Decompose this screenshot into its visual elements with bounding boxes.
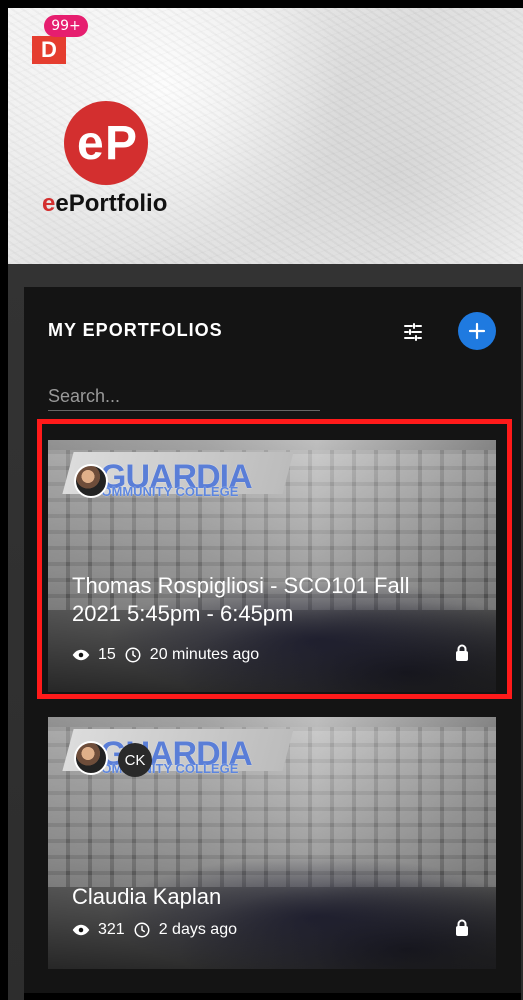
card-meta: 15 20 minutes ago: [72, 646, 259, 664]
eye-icon: [72, 649, 90, 661]
building-sign-subtext: COMMUNITY COLLEGE: [92, 484, 239, 499]
avatar: [74, 741, 108, 775]
building-sign-subtext: COMMUNITY COLLEGE: [92, 761, 239, 776]
add-portfolio-button[interactable]: [458, 312, 496, 350]
clock-icon: [125, 647, 141, 663]
portfolio-card[interactable]: GUARDIA COMMUNITY COLLEGE Thomas Rospigl…: [48, 440, 496, 692]
notification-count-badge: 99+: [44, 15, 88, 37]
card-title: Thomas Rospigliosi - SCO101 Fall 2021 5:…: [72, 573, 410, 626]
search-input[interactable]: [48, 382, 320, 411]
lock-icon: [456, 919, 468, 936]
left-edge: [0, 0, 8, 1000]
timestamp: 2 days ago: [158, 921, 237, 938]
svg-text:e: e: [77, 117, 104, 170]
lock-icon: [456, 644, 468, 661]
bottom-divider: [24, 993, 521, 1000]
avatar: [74, 464, 108, 498]
eportfolio-logo: e P: [64, 101, 148, 185]
plus-icon: [468, 322, 486, 340]
collaborator-avatar: CK: [118, 743, 152, 777]
eye-icon: [72, 924, 90, 936]
card-meta: 321 2 days ago: [72, 921, 237, 939]
app-badge[interactable]: D: [32, 36, 66, 64]
panel-title: MY EPORTFOLIOS: [48, 320, 223, 340]
filter-icon[interactable]: [401, 320, 425, 344]
logo-text: eePortfolio: [42, 190, 168, 217]
clock-icon: [134, 922, 150, 938]
view-count: 321: [98, 921, 125, 938]
timestamp: 20 minutes ago: [149, 646, 260, 663]
portfolio-card[interactable]: GUARDIA COMMUNITY COLLEGE CK Claudia Kap…: [48, 717, 496, 969]
view-count: 15: [98, 646, 116, 663]
svg-text:P: P: [105, 117, 137, 170]
card-title: Claudia Kaplan: [72, 884, 222, 909]
